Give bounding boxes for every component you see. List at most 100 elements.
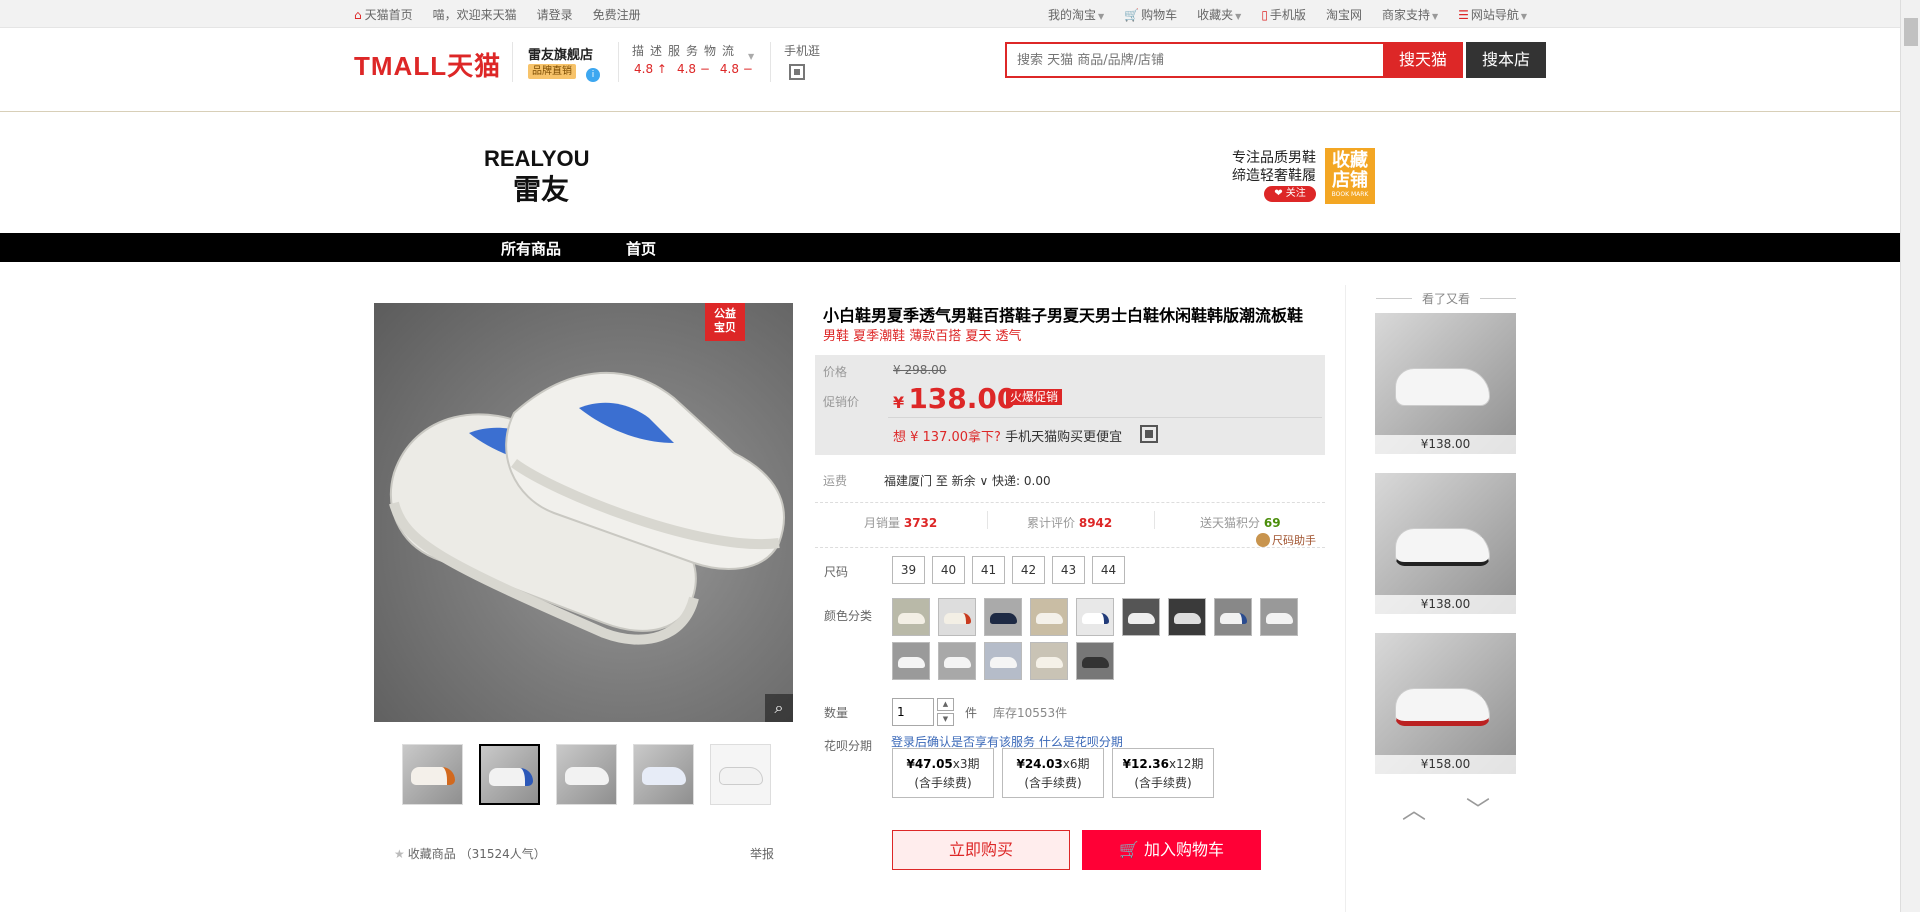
mobile-shop-label[interactable]: 手机逛 <box>784 42 820 59</box>
scrollbar[interactable] <box>1900 0 1920 912</box>
size-option[interactable]: 41 <box>972 556 1005 584</box>
info-icon[interactable]: i <box>586 68 600 82</box>
shipping-value[interactable]: 福建厦门 至 新余 ∨ 快递: 0.00 <box>884 472 1051 489</box>
quantity-decrease-icon[interactable]: ▼ <box>937 713 954 726</box>
color-swatch[interactable] <box>1260 598 1298 636</box>
divider <box>987 511 988 529</box>
color-swatch[interactable] <box>1030 642 1068 680</box>
color-swatch[interactable] <box>1076 598 1114 636</box>
dsr-service: 4.8 − <box>676 62 710 76</box>
favorites-menu[interactable]: 收藏夹 ▼ <box>1197 6 1241 23</box>
mobile-link[interactable]: ▯ 手机版 <box>1261 6 1306 23</box>
shop-name[interactable]: 雷友旗舰店 <box>528 44 593 63</box>
tmall-logo[interactable]: TMALL天猫 <box>354 46 501 83</box>
list-icon: ☰ <box>1458 8 1469 22</box>
taobao-link[interactable]: 淘宝网 <box>1326 6 1362 23</box>
search-shop-button[interactable]: 搜本店 <box>1466 42 1546 78</box>
recommended-item[interactable]: ¥138.00 <box>1375 313 1516 454</box>
color-swatch[interactable] <box>1214 598 1252 636</box>
review-count[interactable]: 累计评价 8942 <box>1027 514 1112 531</box>
thumbnail[interactable] <box>633 744 694 805</box>
divider <box>815 547 1325 548</box>
promo-price-value: 138.00 <box>908 382 1017 415</box>
qr-code-icon[interactable] <box>789 64 805 80</box>
quantity-unit: 件 <box>965 706 978 720</box>
favorite-product-link[interactable]: ★ 收藏商品 （31524人气） <box>394 845 546 862</box>
color-swatch[interactable] <box>1168 598 1206 636</box>
hot-promo-tag: 火爆促销 <box>1006 389 1063 405</box>
quantity-increase-icon[interactable]: ▲ <box>937 698 954 711</box>
add-to-cart-button[interactable]: 🛒 加入购物车 <box>1082 830 1261 870</box>
color-swatch[interactable] <box>984 642 1022 680</box>
size-option[interactable]: 40 <box>932 556 965 584</box>
search-input[interactable] <box>1007 44 1383 76</box>
color-swatch[interactable] <box>984 598 1022 636</box>
star-icon: ★ <box>394 847 405 861</box>
shop-badge: 品牌直销 <box>528 64 576 79</box>
chevron-down-icon[interactable]: ﹀ <box>1466 790 1490 825</box>
thumbnail-active[interactable] <box>479 744 540 805</box>
size-option[interactable]: 44 <box>1092 556 1125 584</box>
my-taobao-menu[interactable]: 我的淘宝 ▼ <box>1048 6 1104 23</box>
color-swatch[interactable] <box>1122 598 1160 636</box>
slogan-line: 专注品质男鞋 <box>1232 150 1316 166</box>
merchant-support-menu[interactable]: 商家支持 ▼ <box>1382 6 1438 23</box>
size-helper-link[interactable]: 尺码助手 <box>1256 532 1316 548</box>
color-swatch[interactable] <box>938 642 976 680</box>
color-swatch[interactable] <box>892 598 930 636</box>
brand-logo-cn[interactable]: 雷友 <box>513 168 569 208</box>
size-option[interactable]: 39 <box>892 556 925 584</box>
color-swatch[interactable] <box>938 598 976 636</box>
installment-option[interactable]: ¥12.36x12期 (含手续费) <box>1112 748 1214 798</box>
dsr-label: 描述服务物流 <box>632 44 741 58</box>
main-product-image[interactable] <box>374 303 793 722</box>
divider <box>888 417 1322 418</box>
search-zoom-icon[interactable]: ⌕ <box>765 694 793 722</box>
scrollbar-thumb[interactable] <box>1904 18 1918 46</box>
popularity-count: （31524人气） <box>459 847 546 861</box>
app-price-tip[interactable]: 想 ¥ 137.00拿下? 手机天猫购买更便宜 <box>893 426 1122 445</box>
recommended-item[interactable]: ¥158.00 <box>1375 633 1516 774</box>
quantity-input[interactable] <box>892 698 934 726</box>
thumbnail[interactable] <box>402 744 463 805</box>
size-helper-icon <box>1256 533 1270 547</box>
color-swatch[interactable] <box>1076 642 1114 680</box>
thumbnail-shoe <box>489 768 533 786</box>
size-option[interactable]: 43 <box>1052 556 1085 584</box>
site-nav-menu[interactable]: ☰ 网站导航 ▼ <box>1458 6 1527 23</box>
thumbnail[interactable] <box>556 744 617 805</box>
recommended-item[interactable]: ¥138.00 <box>1375 473 1516 614</box>
color-options <box>892 598 1312 680</box>
cart-link[interactable]: 🛒 购物车 <box>1124 6 1177 23</box>
buy-now-button[interactable]: 立即购买 <box>892 830 1070 870</box>
bookmark-shop-button[interactable]: 收藏 店铺 BOOK MARK <box>1325 148 1375 204</box>
dsr-logistics: 4.8 − <box>719 62 753 76</box>
cart-icon: 🛒 <box>1124 8 1140 22</box>
qr-code-icon[interactable] <box>1140 425 1158 443</box>
login-link[interactable]: 请登录 <box>537 6 573 23</box>
bookmark-sub: BOOK MARK <box>1331 191 1369 198</box>
installment-options: ¥47.05x3期 (含手续费) ¥24.03x6期 (含手续费) ¥12.36… <box>892 748 1214 798</box>
color-swatch[interactable] <box>892 642 930 680</box>
swatch-shoe <box>1082 613 1109 624</box>
size-option[interactable]: 42 <box>1012 556 1045 584</box>
swatch-shoe <box>944 613 971 624</box>
installment-option[interactable]: ¥47.05x3期 (含手续费) <box>892 748 994 798</box>
chevron-down-icon[interactable]: ▼ <box>748 52 754 61</box>
thumbnail[interactable] <box>710 744 771 805</box>
divider <box>1345 285 1346 912</box>
swatch-shoe <box>898 657 925 668</box>
bookmark-label: 收藏 <box>1332 150 1368 171</box>
search-tmall-button[interactable]: 搜天猫 <box>1383 42 1463 78</box>
register-link[interactable]: 免费注册 <box>593 6 641 23</box>
report-link[interactable]: 举报 <box>750 845 774 862</box>
tmall-home-link[interactable]: ⌂ 天猫首页 <box>354 6 413 23</box>
follow-button[interactable]: ❤ 关注 <box>1264 186 1316 202</box>
chevron-up-icon[interactable]: ︿ <box>1402 790 1426 825</box>
installment-option[interactable]: ¥24.03x6期 (含手续费) <box>1002 748 1104 798</box>
slogan-line: 缔造轻奢鞋履 <box>1232 168 1316 184</box>
color-swatch[interactable] <box>1030 598 1068 636</box>
nav-all-products[interactable]: 所有商品 <box>501 238 561 259</box>
nav-home[interactable]: 首页 <box>626 238 656 259</box>
top-bar: ⌂ 天猫首页 喵，欢迎来天猫 请登录 免费注册 我的淘宝 ▼ 🛒 购物车 收藏夹 ▼ ▯… <box>0 0 1900 28</box>
